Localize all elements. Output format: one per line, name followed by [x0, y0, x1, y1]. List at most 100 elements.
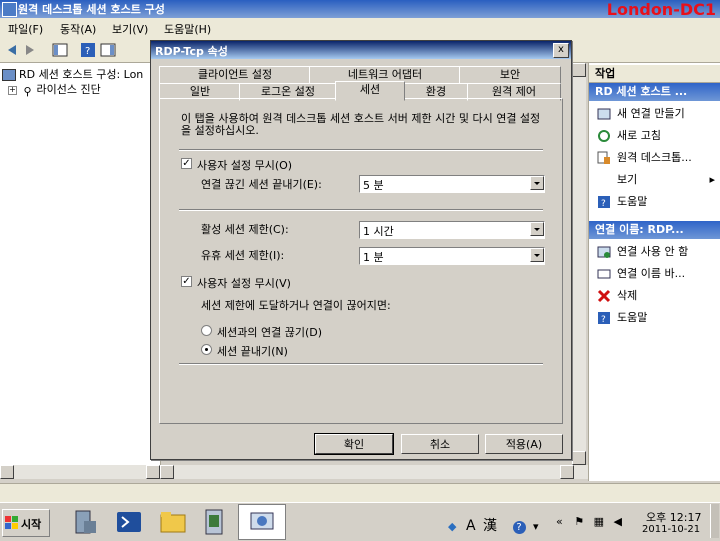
action-label: 도움말 [617, 311, 648, 324]
svg-text:?: ? [601, 315, 606, 325]
action-delete[interactable]: 삭제 [597, 287, 637, 305]
scroll-left-button[interactable] [160, 465, 174, 479]
system-tray: « ⚑ ▦ ◀ [556, 515, 622, 528]
scroll-left-button[interactable] [0, 465, 14, 479]
chevron-down-icon[interactable] [530, 176, 544, 190]
chevron-down-icon[interactable] [530, 222, 544, 236]
active-limit-value: 1 시간 [363, 225, 394, 238]
action-refresh[interactable]: 새로 고침 [597, 127, 661, 145]
active-limit-select[interactable]: 1 시간 [359, 221, 545, 239]
forward-icon[interactable] [22, 42, 38, 58]
action-label: 연결 이름 바... [617, 267, 686, 280]
tab-security[interactable]: 보안 [459, 66, 561, 84]
action-disable-connection[interactable]: 연결 사용 안 함 [597, 243, 688, 261]
sessions-description: 이 탭을 사용하여 원격 데스크톱 세션 호스트 서버 제한 시간 및 다시 연… [181, 112, 541, 137]
computer-icon [2, 69, 16, 81]
actions-section-connection[interactable]: 연결 이름: RDP... [589, 221, 720, 239]
actions-title: 작업 [589, 65, 720, 83]
help-icon[interactable]: ? [80, 42, 96, 58]
start-label: 시작 [21, 518, 42, 531]
explorer-folder-icon[interactable] [158, 507, 188, 537]
show-tree-icon[interactable] [52, 42, 68, 58]
active-limit-label: 활성 세션 제한(C): [201, 223, 289, 236]
menu-view[interactable]: 보기(V) [112, 21, 148, 37]
end-disconnected-select[interactable]: 5 분 [359, 175, 545, 193]
expand-icon[interactable]: + [8, 85, 17, 95]
idle-limit-value: 1 분 [363, 251, 384, 264]
tree-hscrollbar[interactable] [0, 465, 160, 479]
language-icon[interactable]: ◆ [448, 520, 456, 533]
rdp-tcp-properties-dialog: RDP-Tcp 속성 x 클라이언트 설정 네트워크 어댑터 보안 일반 로그온… [150, 40, 572, 460]
actions-pane: 작업 RD 세션 호스트 ... 새 연결 만들기 새로 고침 원격 데스크톱.… [588, 63, 720, 481]
console-tree: RD 세션 호스트 구성: Lon + ⚲ 라이선스 진단 [0, 63, 161, 465]
action-label: 보기 [617, 173, 638, 186]
ime-options-icon[interactable]: ▾ [533, 520, 539, 533]
override-user-settings-1-checkbox[interactable]: ✓ [181, 158, 192, 169]
help-icon: ? [598, 312, 610, 325]
action-new-connection[interactable]: 새 연결 만들기 [597, 105, 685, 123]
menu-help[interactable]: 도움말(H) [164, 21, 211, 37]
action-help-2[interactable]: ? 도움말 [597, 309, 647, 327]
chevron-down-icon[interactable] [530, 248, 544, 262]
new-connection-icon [597, 108, 611, 120]
tree-root-label: RD 세션 호스트 구성: Lon [19, 68, 144, 81]
refresh-icon [598, 130, 610, 142]
action-help[interactable]: ? 도움말 [597, 193, 647, 211]
ok-button[interactable]: 확인 [314, 433, 394, 455]
separator [179, 363, 543, 365]
tab-client-settings[interactable]: 클라이언트 설정 [159, 66, 311, 84]
action-label: 도움말 [617, 195, 648, 208]
action-label: 새 연결 만들기 [617, 107, 685, 120]
start-button[interactable]: 시작 [2, 509, 50, 537]
scroll-right-button[interactable] [560, 465, 574, 479]
task-active-rdp-config[interactable] [238, 504, 286, 540]
scroll-right-button[interactable] [146, 465, 160, 479]
separator [179, 149, 543, 151]
cancel-button[interactable]: 취소 [401, 434, 479, 454]
network-icon[interactable]: ▦ [594, 515, 604, 528]
scroll-up-button[interactable] [572, 63, 586, 77]
clock-time[interactable]: 오후 12:17 [646, 509, 701, 525]
tree-item-license-diagnosis[interactable]: + ⚲ 라이선스 진단 [8, 81, 101, 98]
tray-expand-icon[interactable]: « [556, 515, 563, 528]
scroll-down-button[interactable] [572, 451, 586, 465]
action-center-flag-icon[interactable]: ⚑ [574, 515, 584, 528]
windows-logo-icon [5, 516, 18, 529]
tree-child-label: 라이선스 진단 [36, 83, 101, 96]
help-icon: ? [598, 196, 610, 209]
server-manager-icon[interactable] [70, 507, 100, 537]
clock-date[interactable]: 2011-10-21 [642, 524, 700, 535]
center-vscrollbar[interactable] [572, 63, 586, 465]
svg-text:?: ? [85, 46, 90, 57]
ime-help-icon[interactable]: ? [512, 521, 526, 534]
disconnect-session-radio[interactable] [201, 325, 212, 336]
show-desktop-button[interactable] [710, 504, 719, 538]
action-view[interactable]: 보기 ▸ [597, 171, 715, 189]
ime-tray: ◆ A 漢 ? ▾ [448, 515, 539, 535]
override-user-settings-2-checkbox[interactable]: ✓ [181, 276, 192, 287]
action-remote-desktop[interactable]: 원격 데스크톱... [597, 149, 692, 167]
back-icon[interactable] [4, 42, 20, 58]
center-hscrollbar[interactable] [160, 465, 588, 479]
menu-file[interactable]: 파일(F) [8, 21, 43, 37]
disable-connection-icon [597, 246, 611, 258]
tab-sessions[interactable]: 세션 [335, 81, 405, 101]
ime-mode-a[interactable]: A [466, 518, 476, 534]
tree-item-root[interactable]: RD 세션 호스트 구성: Lon [2, 66, 143, 82]
dialog-title: RDP-Tcp 속성 [155, 45, 228, 58]
menu-action[interactable]: 동작(A) [60, 21, 96, 37]
actions-section-host[interactable]: RD 세션 호스트 ... [589, 83, 720, 101]
end-disconnected-label: 연결 끊긴 세션 끝내기(E): [201, 178, 322, 191]
terminal-services-icon[interactable] [200, 507, 230, 537]
action-rename-connection[interactable]: 연결 이름 바... [597, 265, 685, 283]
volume-icon[interactable]: ◀ [614, 515, 622, 528]
dialog-close-button[interactable]: x [553, 43, 569, 58]
apply-button[interactable]: 적용(A) [485, 434, 563, 454]
idle-limit-select[interactable]: 1 분 [359, 247, 545, 265]
ime-mode-han[interactable]: 漢 [483, 518, 497, 534]
powershell-icon[interactable] [114, 507, 144, 537]
end-session-radio[interactable] [201, 344, 212, 355]
action-label: 원격 데스크톱... [617, 151, 692, 164]
delete-icon [597, 289, 611, 303]
action-pane-icon[interactable] [100, 42, 116, 58]
